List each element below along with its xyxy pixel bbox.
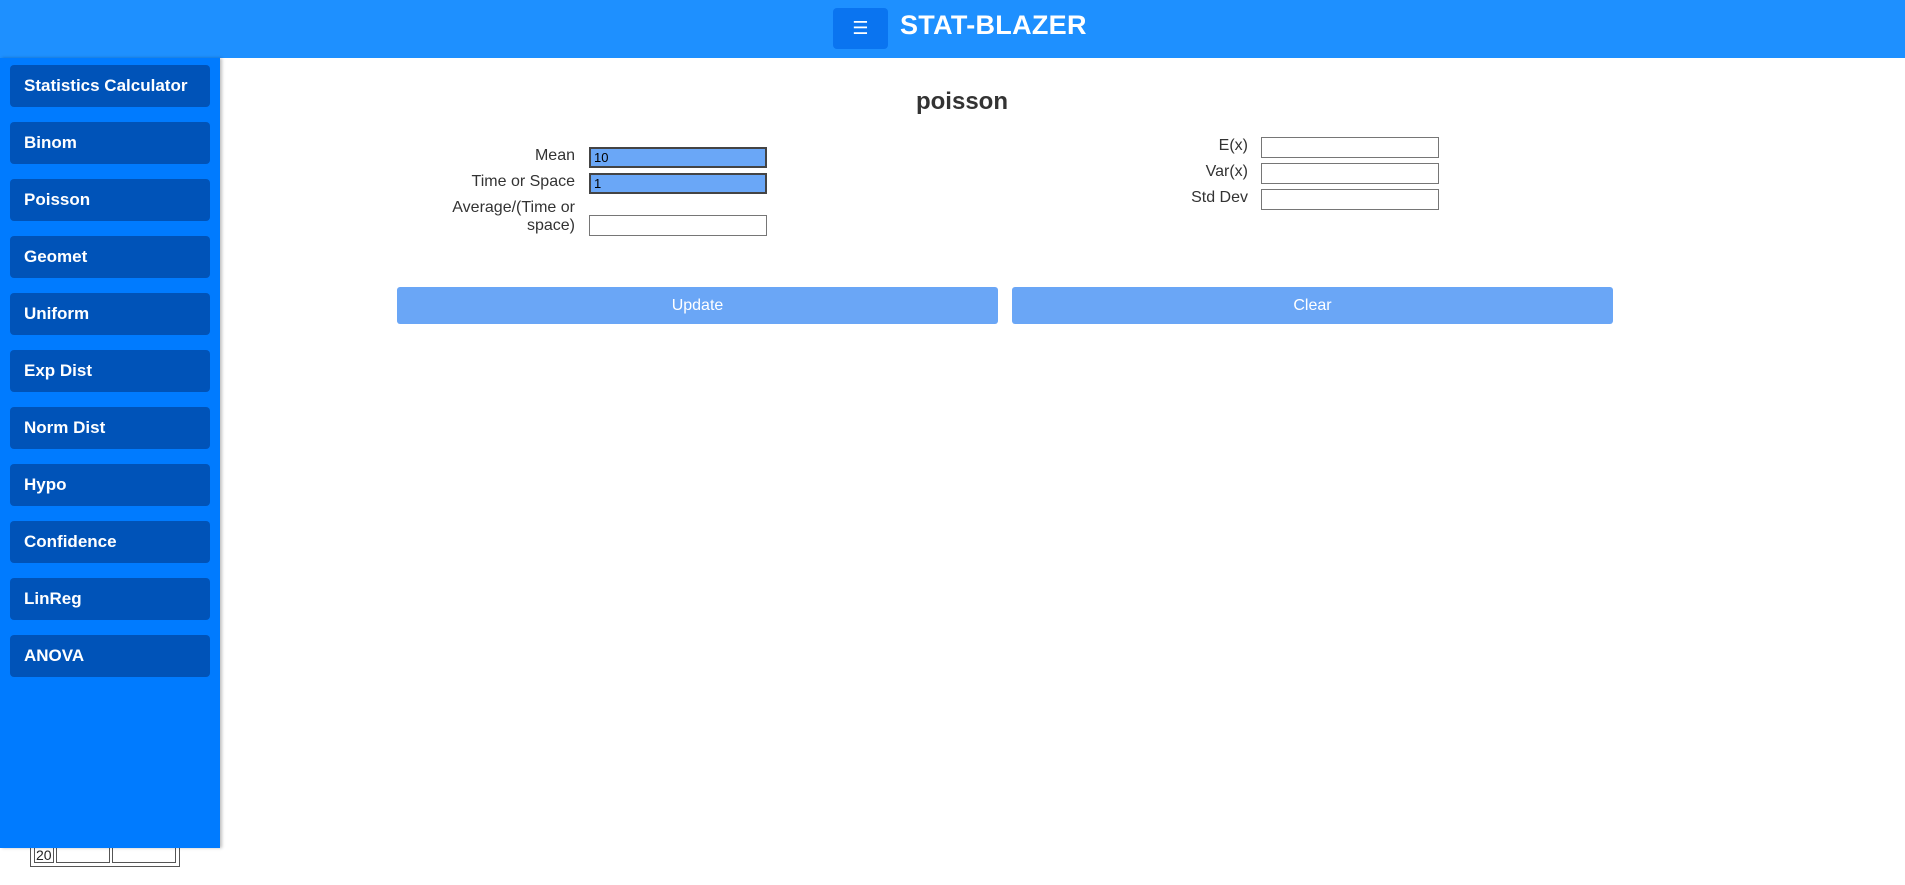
sidebar-item-statistics-calculator[interactable]: Statistics Calculator: [10, 65, 210, 107]
sidebar-item-label: Uniform: [24, 304, 90, 323]
time-or-space-label: Time or Space: [471, 173, 575, 190]
sidebar-item-label: Binom: [24, 133, 77, 152]
sidebar-item-hypo[interactable]: Hypo: [10, 464, 210, 506]
table-row: 20: [34, 847, 176, 863]
sidebar-item-binom[interactable]: Binom: [10, 122, 210, 164]
sidebar-item-label: Geomet: [24, 247, 88, 266]
sidebar-item-uniform[interactable]: Uniform: [10, 293, 210, 335]
average-label-line1: Average/(Time or: [452, 199, 575, 216]
hamburger-icon: ☰: [852, 18, 869, 39]
sidebar-item-confidence[interactable]: Confidence: [10, 521, 210, 563]
sidebar-item-exp-dist[interactable]: Exp Dist: [10, 350, 210, 392]
sidebar-item-norm-dist[interactable]: Norm Dist: [10, 407, 210, 449]
sidebar-item-geomet[interactable]: Geomet: [10, 236, 210, 278]
sidebar-item-label: Norm Dist: [24, 418, 106, 437]
time-or-space-input[interactable]: [589, 173, 767, 194]
sidebar-item-poisson[interactable]: Poisson: [10, 179, 210, 221]
sidebar-item-label: LinReg: [24, 589, 82, 608]
table-cell: [111, 847, 176, 863]
sidebar-item-label: Poisson: [24, 190, 91, 209]
varx-label: Var(x): [1205, 163, 1248, 180]
mean-label: Mean: [534, 147, 575, 164]
stddev-output[interactable]: [1261, 189, 1439, 210]
mean-input[interactable]: [589, 147, 767, 168]
sidebar-item-label: Hypo: [24, 475, 67, 494]
ex-label: E(x): [1218, 137, 1248, 154]
sidebar-item-label: Confidence: [24, 532, 117, 551]
stddev-label: Std Dev: [1191, 189, 1248, 206]
page-title: poisson: [915, 88, 1008, 115]
sidebar-item-anova[interactable]: ANOVA: [10, 635, 210, 677]
average-input[interactable]: [589, 215, 767, 236]
table-cell: 20: [34, 847, 54, 863]
hamburger-menu-button[interactable]: ☰: [833, 8, 888, 49]
average-label-line2: space): [526, 217, 575, 234]
app-title: STAT-BLAZER: [900, 10, 1087, 40]
varx-output[interactable]: [1261, 163, 1439, 184]
sidebar-item-label: Exp Dist: [24, 361, 93, 380]
ex-output[interactable]: [1261, 137, 1439, 158]
clear-button[interactable]: Clear: [1012, 287, 1613, 324]
sidebar-item-linreg[interactable]: LinReg: [10, 578, 210, 620]
sidebar-item-label: Statistics Calculator: [24, 76, 188, 95]
sidebar: Statistics Calculator Binom Poisson Geom…: [0, 58, 220, 848]
table-cell: [55, 847, 110, 863]
sidebar-item-label: ANOVA: [24, 646, 85, 665]
update-button[interactable]: Update: [397, 287, 998, 324]
top-header: ☰ STAT-BLAZER: [0, 0, 1905, 58]
